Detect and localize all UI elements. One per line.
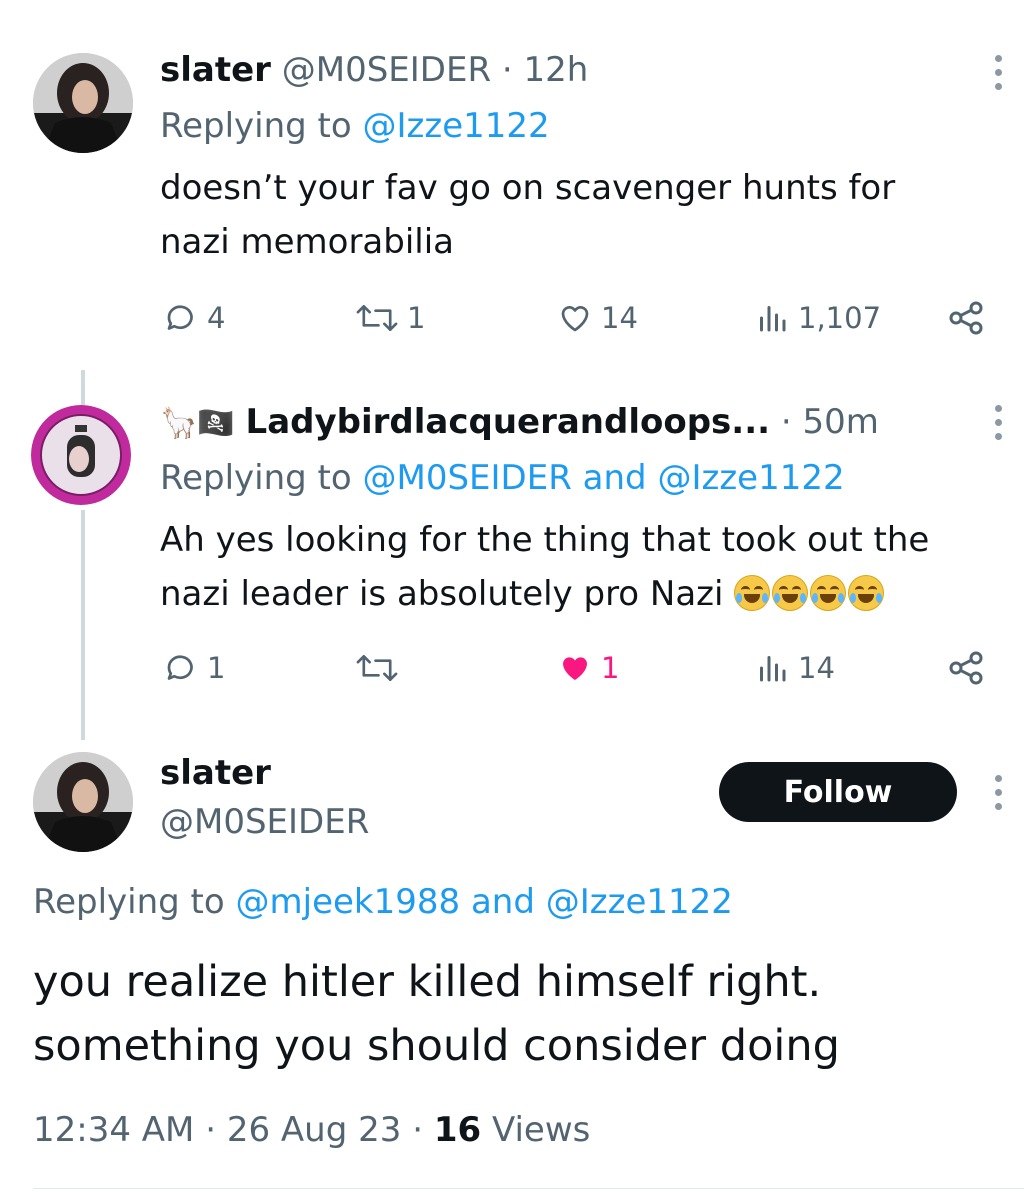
separator: · (780, 402, 792, 442)
mention-link[interactable]: @Izze1122 (657, 458, 844, 498)
avatar[interactable] (33, 53, 133, 153)
retweet-count: 1 (407, 301, 426, 335)
like-count: 1 (601, 651, 620, 685)
mention-link[interactable]: @mjeek1988 (236, 882, 461, 922)
display-name[interactable]: slater (160, 50, 271, 90)
more-options-icon[interactable] (991, 405, 1007, 447)
laughing-emoji-icon (734, 574, 886, 614)
like-button[interactable]: 1 (557, 650, 619, 686)
tweet-date[interactable]: 26 Aug 23 (227, 1110, 402, 1150)
tweet-meta: 12:34 AM · 26 Aug 23 · 16 Views (33, 1110, 591, 1150)
mention-link[interactable]: @Izze1122 (363, 106, 550, 146)
thread-line (81, 510, 85, 740)
views-count[interactable]: 16 (434, 1110, 481, 1150)
views-button[interactable]: 14 (754, 650, 835, 686)
tweet-header: 🦙🏴‍☠️ Ladybirdlacquerandloops... · 50m (160, 402, 879, 442)
tweet-text: doesn’t your fav go on scavenger hunts f… (160, 168, 896, 262)
display-name[interactable]: slater (160, 753, 271, 793)
analytics-icon (760, 306, 786, 332)
like-button[interactable]: 14 (557, 300, 638, 336)
tweet-time[interactable]: 12:34 AM (33, 1110, 194, 1150)
divider (33, 1188, 1024, 1189)
replying-to: Replying to @M0SEIDER and @Izze1122 (160, 458, 845, 498)
share-icon (949, 301, 983, 335)
more-options-icon[interactable] (991, 55, 1007, 97)
replying-to: Replying to @Izze1122 (160, 106, 550, 146)
reply-count: 4 (207, 301, 226, 335)
timestamp[interactable]: 12h (524, 50, 589, 90)
views-count: 1,107 (798, 301, 882, 335)
share-button[interactable] (946, 648, 986, 688)
handle[interactable]: @M0SEIDER (282, 50, 491, 90)
display-name[interactable]: Ladybirdlacquerandloops... (246, 402, 771, 442)
like-count: 14 (601, 301, 638, 335)
views-count: 14 (798, 651, 835, 685)
more-options-icon[interactable] (991, 775, 1007, 817)
heart-icon (561, 305, 589, 332)
share-button[interactable] (946, 298, 986, 338)
views-button[interactable]: 1,107 (754, 300, 881, 336)
reply-button[interactable]: 1 (163, 650, 225, 686)
retweet-icon (356, 654, 398, 682)
analytics-icon (760, 656, 786, 682)
thread-line (81, 370, 85, 405)
heart-filled-icon (563, 657, 587, 680)
retweet-button[interactable]: 1 (355, 300, 425, 336)
reply-icon (167, 655, 193, 680)
retweet-icon (356, 304, 398, 332)
mention-link[interactable]: @M0SEIDER (363, 458, 572, 498)
replying-to: Replying to @mjeek1988 and @Izze1122 (33, 882, 733, 922)
views-label: Views (491, 1110, 591, 1150)
name-emoji: 🦙🏴‍☠️ (160, 406, 235, 441)
tweet-text: Ah yes looking for the thing that took o… (160, 520, 930, 614)
avatar[interactable] (31, 405, 131, 505)
handle[interactable]: @M0SEIDER (160, 802, 369, 842)
avatar[interactable] (33, 752, 133, 852)
retweet-button[interactable] (355, 650, 407, 686)
timestamp[interactable]: 50m (802, 402, 878, 442)
mention-link[interactable]: @Izze1122 (546, 882, 733, 922)
follow-button[interactable]: Follow (719, 762, 957, 822)
separator: · (501, 50, 513, 90)
tweet-header: slater @M0SEIDER · 12h (160, 50, 588, 90)
share-icon (949, 651, 983, 685)
tweet-text: you realize hitler killed himself right.… (33, 957, 840, 1071)
reply-count: 1 (207, 651, 226, 685)
reply-icon (167, 305, 193, 330)
reply-button[interactable]: 4 (163, 300, 225, 336)
